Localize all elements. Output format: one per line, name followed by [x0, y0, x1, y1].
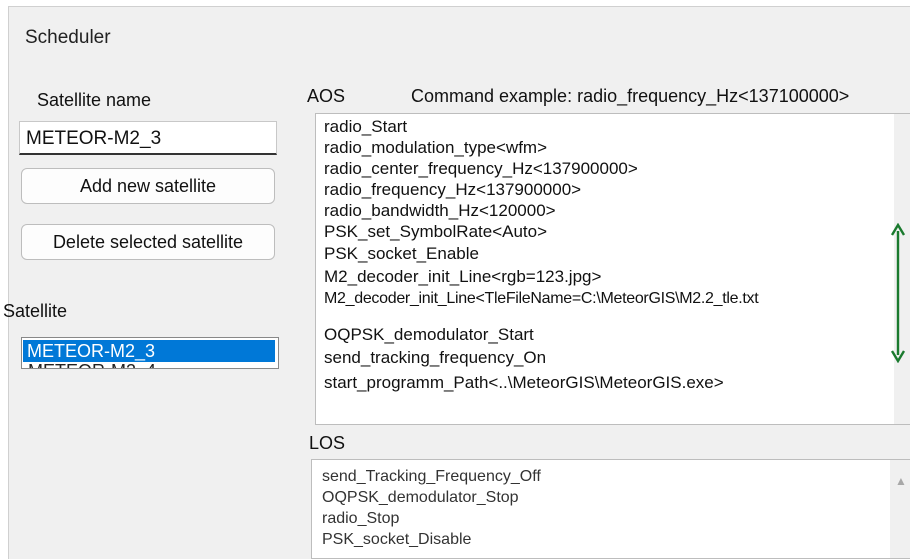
aos-label: AOS	[307, 86, 346, 106]
satellite-list-label: Satellite	[3, 301, 68, 321]
los-command-line: OQPSK_demodulator_Stop	[322, 489, 519, 506]
aos-command-line: send_tracking_frequency_On	[324, 348, 547, 367]
los-command-line: PSK_socket_Disable	[322, 531, 472, 548]
aos-command-line: M2_decoder_init_Line<rgb=123.jpg>	[324, 267, 602, 286]
add-new-satellite-button[interactable]: Add new satellite	[21, 168, 275, 204]
scroll-up-arrow-icon[interactable]: ▲	[895, 474, 907, 488]
los-command-line: radio_Stop	[322, 510, 400, 527]
scheduler-window: Scheduler Satellite name METEOR-M2_3 Add…	[3, 6, 910, 559]
aos-command-line: OQPSK_demodulator_Start	[324, 325, 534, 344]
delete-selected-satellite-button[interactable]: Delete selected satellite	[21, 224, 275, 260]
los-label: LOS	[309, 433, 346, 453]
satellite-listbox[interactable]: METEOR-M2_3 METEOR-M2_4	[21, 337, 279, 369]
los-scrollbar[interactable]: ▲	[890, 460, 910, 558]
aos-command-line: radio_bandwidth_Hz<120000>	[324, 201, 556, 220]
list-item[interactable]: METEOR-M2_4	[28, 361, 156, 368]
aos-command-line: radio_frequency_Hz<137900000>	[324, 180, 582, 199]
satellite-name-input[interactable]: METEOR-M2_3	[19, 121, 277, 155]
los-command-line: send_Tracking_Frequency_Off	[322, 468, 541, 485]
aos-command-editor[interactable]: radio_Start radio_modulation_type<wfm> r…	[315, 113, 910, 425]
aos-command-line: radio_Start	[324, 117, 408, 136]
double-headed-arrow-icon	[890, 223, 906, 363]
satellite-name-label: Satellite name	[37, 90, 152, 110]
aos-command-line: PSK_socket_Enable	[324, 244, 479, 263]
window-title: Scheduler	[25, 27, 111, 48]
aos-command-line: radio_modulation_type<wfm>	[324, 138, 548, 157]
aos-command-line: PSK_set_SymbolRate<Auto>	[324, 222, 548, 241]
aos-command-line: radio_center_frequency_Hz<137900000>	[324, 159, 638, 178]
aos-command-line: start_programm_Path<..\MeteorGIS\MeteorG…	[324, 373, 724, 392]
list-item-selected[interactable]: METEOR-M2_3	[23, 340, 275, 362]
aos-command-line: M2_decoder_init_Line<TleFileName=C:\Mete…	[324, 290, 759, 307]
command-example-text: Command example: radio_frequency_Hz<1371…	[411, 86, 850, 106]
los-command-editor[interactable]: send_Tracking_Frequency_Off OQPSK_demodu…	[311, 459, 910, 559]
